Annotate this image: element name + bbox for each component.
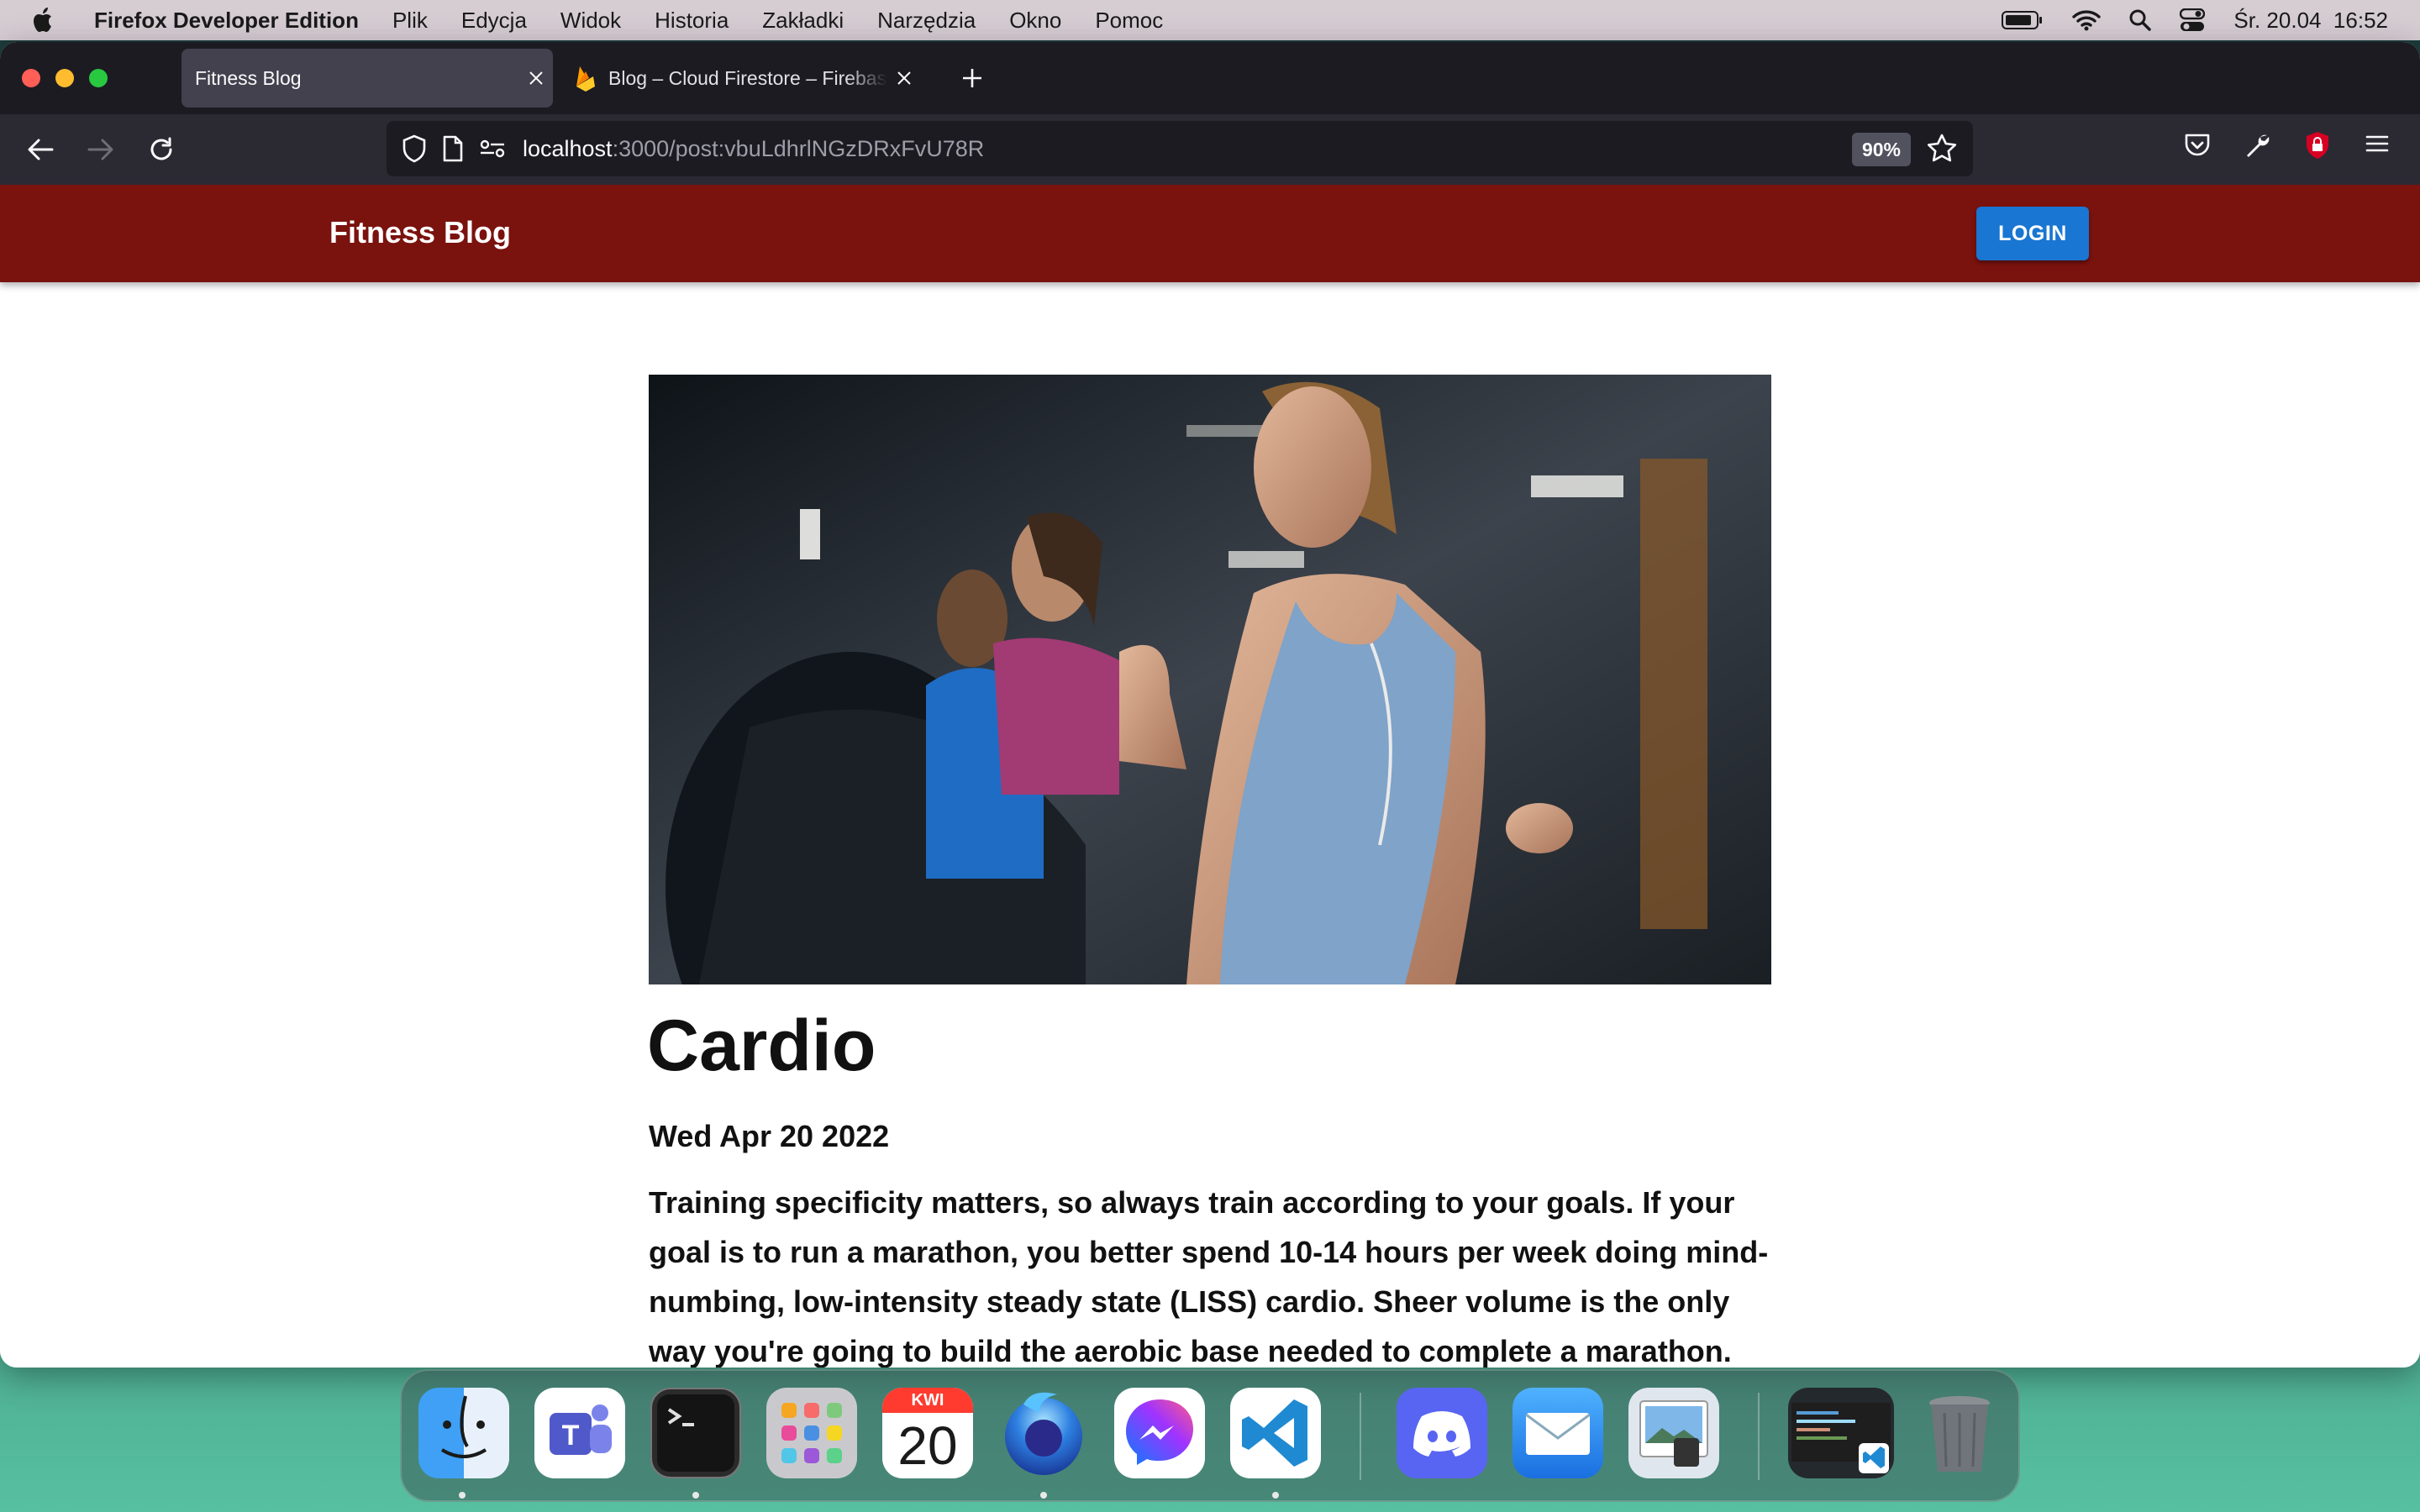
mail-icon[interactable]: [1512, 1388, 1603, 1478]
finder-icon[interactable]: [418, 1388, 509, 1478]
menu-edit[interactable]: Edycja: [461, 8, 527, 34]
tab-close-icon[interactable]: [519, 71, 553, 86]
tab-bar: Fitness Blog Blog – Cloud Firestore – Fi…: [0, 42, 2420, 114]
forward-arrow-icon[interactable]: [82, 131, 119, 168]
menu-file[interactable]: Plik: [392, 8, 428, 34]
url-path: :3000/post:vbuLdhrlNGzDRxFvU78R: [612, 135, 985, 161]
firefox-icon[interactable]: [998, 1388, 1089, 1478]
dock-separator: [1360, 1393, 1361, 1480]
site-app-bar: Fitness Blog LOGIN: [0, 185, 2420, 282]
control-center-icon[interactable]: [2180, 8, 2206, 32]
tab-label: Fitness Blog: [195, 66, 302, 89]
tracking-shield-icon[interactable]: [402, 134, 427, 163]
svg-text:T: T: [562, 1420, 580, 1452]
post-hero-image: [649, 375, 1771, 984]
terminal-icon[interactable]: [650, 1388, 741, 1478]
bookmark-star-icon[interactable]: [1926, 133, 1958, 169]
macos-dock: T KWI 20: [400, 1369, 2020, 1502]
post-body: Training specificity matters, so always …: [649, 1185, 1769, 1368]
navigation-toolbar: localhost:3000/post:vbuLdhrlNGzDRxFvU78R…: [0, 114, 2420, 185]
page-info-icon[interactable]: [442, 135, 464, 162]
preview-icon[interactable]: [1628, 1388, 1719, 1478]
running-indicator: [1040, 1492, 1047, 1499]
menu-help[interactable]: Pomoc: [1095, 8, 1163, 34]
calendar-icon[interactable]: KWI 20: [882, 1388, 973, 1478]
login-button[interactable]: LOGIN: [1976, 207, 2089, 260]
menu-view[interactable]: Widok: [560, 8, 621, 34]
tab-label: Blog – Cloud Firestore – Firebase: [608, 66, 887, 89]
wifi-icon[interactable]: [2072, 9, 2102, 31]
pocket-icon[interactable]: [2183, 131, 2212, 160]
menu-tools[interactable]: Narzędzia: [877, 8, 976, 34]
trash-icon[interactable]: [1914, 1388, 2005, 1478]
zoom-level-badge[interactable]: 90%: [1851, 133, 1911, 166]
discord-icon[interactable]: [1397, 1388, 1487, 1478]
menu-window[interactable]: Okno: [1009, 8, 1061, 34]
vscode-window-icon[interactable]: [1788, 1388, 1894, 1478]
browser-window: Fitness Blog Blog – Cloud Firestore – Fi…: [0, 42, 2420, 1368]
site-brand[interactable]: Fitness Blog: [329, 215, 511, 250]
battery-icon[interactable]: [2002, 10, 2044, 30]
macos-menubar: Firefox Developer Edition Plik Edycja Wi…: [0, 0, 2420, 40]
menu-app-name[interactable]: Firefox Developer Edition: [94, 8, 359, 34]
launchpad-icon[interactable]: [766, 1388, 857, 1478]
running-indicator: [692, 1492, 699, 1499]
status-area: Śr. 20.04 16:52: [2002, 0, 2388, 40]
window-close-button[interactable]: [22, 69, 40, 87]
window-zoom-button[interactable]: [89, 69, 108, 87]
running-indicator: [1272, 1492, 1279, 1499]
vscode-icon[interactable]: [1230, 1388, 1321, 1478]
url-host: localhost: [523, 135, 613, 161]
calendar-month: KWI: [882, 1388, 973, 1413]
window-minimize-button[interactable]: [55, 69, 74, 87]
menu-history[interactable]: Historia: [655, 8, 729, 34]
tab-firestore[interactable]: Blog – Cloud Firestore – Firebase: [568, 49, 921, 108]
tab-fitness-blog[interactable]: Fitness Blog: [182, 49, 553, 108]
url-text[interactable]: localhost:3000/post:vbuLdhrlNGzDRxFvU78R: [523, 136, 984, 162]
apple-menu-icon[interactable]: [32, 7, 66, 34]
back-arrow-icon[interactable]: [22, 131, 59, 168]
lock-extension-icon[interactable]: [2304, 131, 2331, 160]
menubar-clock[interactable]: Śr. 20.04 16:52: [2233, 8, 2388, 34]
post-title: Cardio: [647, 1005, 876, 1086]
calendar-day: 20: [897, 1415, 958, 1476]
page-content: Fitness Blog LOGIN Cardio Wed Apr 20 202…: [0, 185, 2420, 1368]
developer-tools-wrench-icon[interactable]: [2244, 131, 2272, 160]
running-indicator: [459, 1492, 466, 1499]
gym-runners-photo: [649, 375, 1771, 984]
permissions-icon[interactable]: [479, 139, 506, 159]
menu-bookmarks[interactable]: Zakładki: [762, 8, 844, 34]
new-tab-button[interactable]: [953, 59, 992, 97]
reload-icon[interactable]: [143, 131, 180, 168]
tab-close-icon[interactable]: [887, 71, 921, 86]
post-date: Wed Apr 20 2022: [649, 1119, 890, 1153]
spotlight-search-icon[interactable]: [2129, 9, 2152, 31]
firebase-icon: [575, 65, 597, 92]
dock-separator: [1758, 1393, 1760, 1480]
teams-icon[interactable]: T: [534, 1388, 625, 1478]
messenger-icon[interactable]: [1114, 1388, 1205, 1478]
url-bar[interactable]: localhost:3000/post:vbuLdhrlNGzDRxFvU78R…: [387, 121, 1973, 176]
hamburger-menu-icon[interactable]: [2365, 131, 2390, 156]
